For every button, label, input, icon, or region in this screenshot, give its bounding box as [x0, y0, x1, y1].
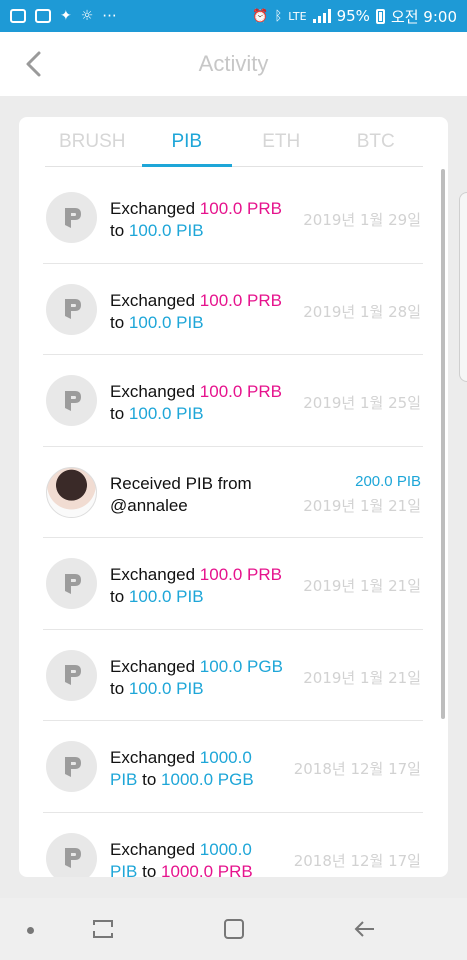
activity-description: Exchanged 1000.0 PIB to 1000.0 PRB — [110, 839, 253, 878]
activity-description: Exchanged 1000.0 PIB to 1000.0 PGB — [110, 748, 254, 789]
activity-card: BRUSH PIB ETH BTC Exchanged 100.0 PRB to… — [19, 117, 448, 877]
signal-icon — [312, 9, 331, 23]
pib-logo-icon — [46, 741, 97, 792]
settings-notification-icon: ☼ — [80, 8, 94, 24]
bluetooth-icon: ᛒ — [274, 8, 283, 24]
list-item[interactable]: Exchanged 1000.0 PIB to 1000.0 PRB 2018년 … — [43, 813, 423, 878]
more-notifications: ··· — [102, 7, 117, 25]
recent-apps-icon[interactable] — [90, 916, 116, 942]
currency-tabs: BRUSH PIB ETH BTC — [45, 117, 423, 167]
pib-logo-icon — [46, 832, 97, 877]
back-button[interactable] — [18, 48, 48, 80]
pib-logo-icon — [46, 283, 97, 335]
received-amount: 200.0 PIB — [355, 472, 421, 490]
activity-date: 2019년 1월 28일 — [303, 302, 421, 321]
bird-notification-icon: ✦ — [60, 8, 72, 24]
page-title: Activity — [198, 51, 269, 76]
activity-description: Received PIB from @annalee — [110, 473, 252, 515]
activity-date: 2018년 12월 17일 — [293, 851, 421, 870]
activity-date: 2019년 1월 25일 — [303, 394, 421, 412]
edge-panel-handle[interactable] — [459, 192, 467, 382]
scrollbar[interactable] — [441, 169, 445, 719]
pib-logo-icon — [46, 192, 97, 243]
activity-description: Exchanged 100.0 PRB to 100.0 PIB — [110, 290, 283, 332]
chevron-left-icon — [26, 51, 41, 77]
status-bar: ✦ ☼ ··· ⏰ ᛒ LTE 95% 오전 9:00 — [0, 0, 467, 32]
activity-description: Exchanged 100.0 PRB to 100.0 PIB — [110, 565, 283, 606]
tab-btc[interactable]: BTC — [329, 117, 424, 166]
list-item[interactable]: Exchanged 100.0 PRB to 100.0 PIB 2019년 1… — [43, 264, 423, 355]
list-item[interactable]: Exchanged 100.0 PGB to 100.0 PIB 2019년 1… — [43, 630, 423, 721]
image-notification-icon — [35, 9, 51, 23]
tab-eth[interactable]: ETH — [234, 117, 329, 166]
activity-date: 2019년 1월 21일 — [303, 496, 421, 515]
nav-dot-icon[interactable] — [27, 927, 34, 934]
back-nav-icon[interactable] — [352, 916, 378, 942]
tab-brush[interactable]: BRUSH — [45, 117, 140, 166]
battery-percent: 95% — [336, 7, 370, 25]
pib-logo-icon — [46, 649, 97, 701]
activity-description: Exchanged 100.0 PRB to 100.0 PIB — [110, 199, 283, 240]
system-navigation-bar — [0, 898, 467, 960]
activity-description: Exchanged 100.0 PRB to 100.0 PIB — [110, 382, 283, 423]
pib-logo-icon — [46, 558, 97, 609]
activity-description: Exchanged 100.0 PGB to 100.0 PIB — [110, 656, 283, 698]
alarm-icon: ⏰ — [252, 8, 269, 24]
list-item[interactable]: Exchanged 100.0 PRB to 100.0 PIB 2019년 1… — [43, 172, 423, 264]
activity-date: 2019년 1월 21일 — [303, 577, 421, 595]
activity-date: 2019년 1월 29일 — [303, 211, 421, 229]
list-item[interactable]: Exchanged 100.0 PRB to 100.0 PIB 2019년 1… — [43, 355, 423, 447]
list-item[interactable]: Exchanged 100.0 PRB to 100.0 PIB 2019년 1… — [43, 538, 423, 630]
battery-icon — [375, 8, 385, 24]
user-avatar — [46, 466, 97, 518]
list-item[interactable]: Exchanged 1000.0 PIB to 1000.0 PGB 2018년 … — [43, 721, 423, 813]
pib-logo-icon — [46, 375, 97, 426]
network-type: LTE — [288, 9, 307, 23]
tab-pib[interactable]: PIB — [140, 117, 235, 167]
notification-icons: ✦ ☼ ··· — [10, 7, 117, 25]
clock: 오전 9:00 — [390, 7, 457, 26]
app-notification-icon — [10, 9, 26, 23]
app-header: Activity — [0, 32, 467, 96]
home-icon[interactable] — [221, 916, 247, 942]
activity-date: 2018년 12월 17일 — [293, 760, 421, 778]
activity-date: 2019년 1월 21일 — [303, 668, 421, 687]
activity-list: Exchanged 100.0 PRB to 100.0 PIB 2019년 1… — [43, 172, 423, 877]
list-item[interactable]: Received PIB from @annalee 200.0 PIB 2019… — [43, 447, 423, 538]
